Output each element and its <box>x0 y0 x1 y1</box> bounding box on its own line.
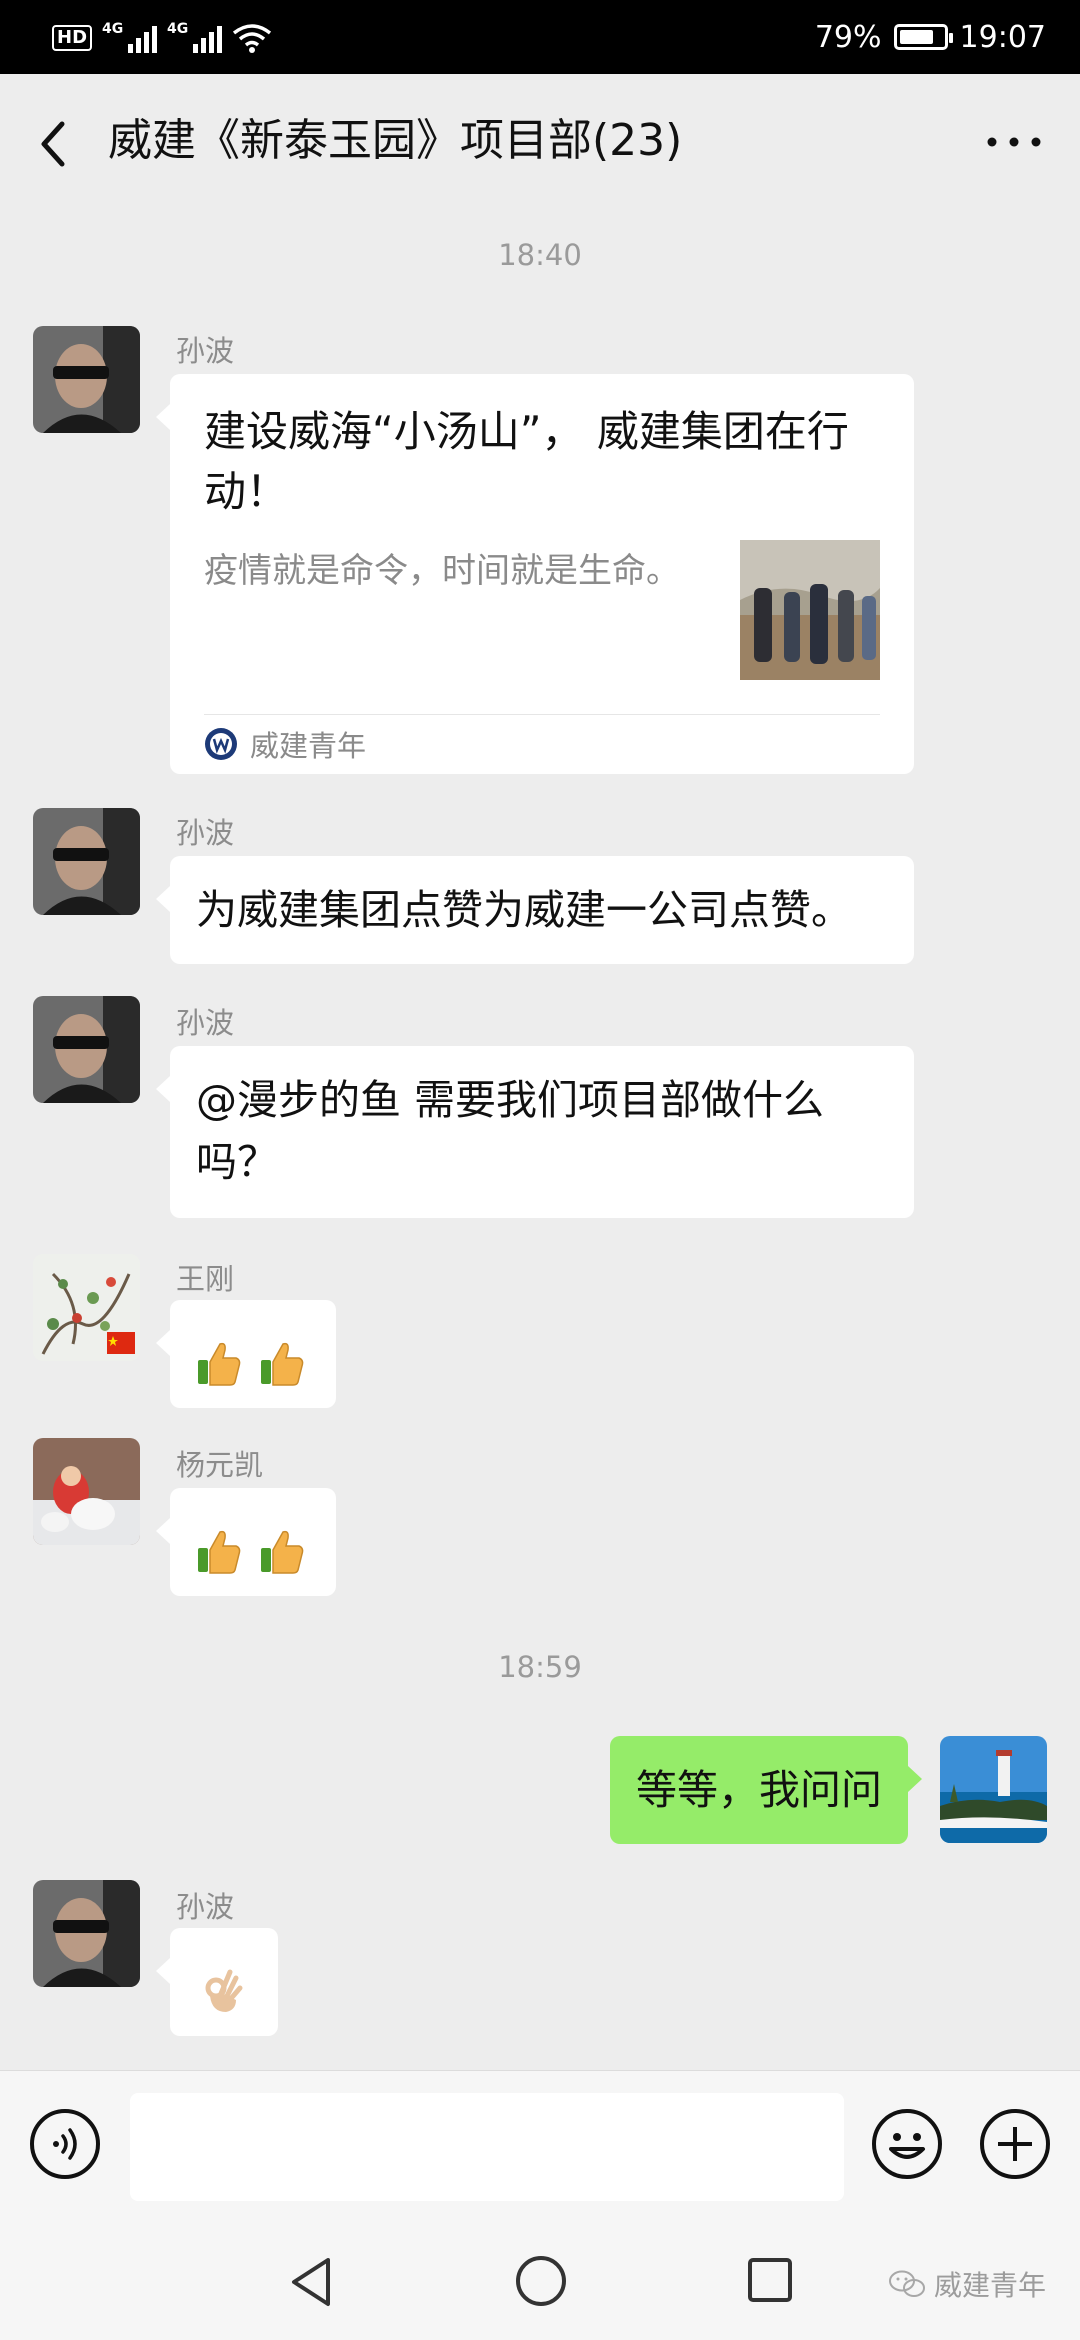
message-list[interactable]: 18:40 孙波 建设威海“小汤山”， 威建集团在行动！ 疫情就是命令，时间就是… <box>0 208 1080 2070</box>
avatar-image-sunbo <box>33 996 140 1103</box>
message-text-line: 吗？ <box>196 1138 278 1186</box>
message-bubble[interactable]: @漫步的鱼 需要我们项目部做什么 吗？ <box>156 1046 914 1218</box>
nav-recent-icon[interactable] <box>746 2256 794 2304</box>
status-bar: HD 4G 4G 79% 19:07 <box>0 0 1080 74</box>
avatar[interactable] <box>33 996 140 1103</box>
avatar-image-wanggang <box>33 1254 140 1361</box>
sender-name: 孙波 <box>176 334 235 368</box>
thumbs-up-icon <box>198 1530 241 1574</box>
avatar[interactable] <box>33 1880 140 1987</box>
avatar[interactable] <box>33 1438 140 1545</box>
clock: 19:07 <box>959 19 1046 55</box>
sender-name: 杨元凯 <box>176 1448 264 1482</box>
battery-icon <box>893 24 953 50</box>
chat-header: 威建《新泰玉园》项目部(23) <box>0 74 1080 208</box>
voice-icon[interactable] <box>28 2107 102 2181</box>
source-logo-icon <box>205 728 237 760</box>
card-source: 威建青年 <box>204 722 366 766</box>
smile-icon[interactable] <box>870 2107 944 2181</box>
card-thumbnail <box>740 540 880 680</box>
thumbs-up-icon <box>261 1530 304 1574</box>
message-bubble[interactable] <box>156 1928 278 2036</box>
avatar-image-lighthouse <box>940 1736 1047 1843</box>
message-bubble[interactable] <box>156 1300 336 1408</box>
message-bubble-self[interactable]: 等等，我问问 <box>610 1736 922 1844</box>
signal-icon: 4G <box>102 21 158 53</box>
nav-home-icon[interactable] <box>514 2254 568 2308</box>
avatar-image-yangyuankai <box>33 1438 140 1545</box>
card-divider <box>204 714 880 715</box>
more-dots-icon[interactable] <box>984 130 1044 154</box>
avatar[interactable] <box>33 326 140 433</box>
status-bar-right: 79% 19:07 <box>815 14 1046 60</box>
thumbs-up-icon <box>261 1342 304 1386</box>
hd-voice-indicator: HD <box>52 25 93 51</box>
card-title: 建设威海“小汤山”， 威建集团在行动！ <box>204 407 849 516</box>
message-text: 等等，我问问 <box>636 1766 882 1814</box>
timestamp: 18:40 <box>498 238 582 272</box>
link-card[interactable]: 建设威海“小汤山”， 威建集团在行动！ 疫情就是命令，时间就是生命。 威建青年 <box>156 374 914 774</box>
avatar-image-sunbo <box>33 808 140 915</box>
message-text-line: @漫步的鱼 需要我们项目部做什么 <box>196 1076 825 1124</box>
watermark-text: 威建青年 <box>934 2269 1047 2302</box>
sender-name: 孙波 <box>176 1890 235 1924</box>
battery-fill <box>899 30 933 44</box>
signal-icon-2: 4G <box>167 21 223 53</box>
network-type-label-2: 4G <box>167 21 189 37</box>
card-source-name: 威建青年 <box>250 729 367 763</box>
avatar[interactable] <box>33 1254 140 1361</box>
ok-hand-icon <box>205 1969 243 2012</box>
battery-percent: 79% <box>814 19 882 55</box>
avatar[interactable] <box>33 808 140 915</box>
timestamp: 18:59 <box>498 1650 582 1684</box>
thumbs-up-icon <box>198 1342 241 1386</box>
wechat-logo-icon <box>889 2270 925 2297</box>
page-title: 威建《新泰玉园》项目部(23) <box>108 115 683 166</box>
message-bubble[interactable]: 为威建集团点赞为威建一公司点赞。 <box>156 856 914 964</box>
watermark: 威建青年 <box>888 2264 1046 2304</box>
sender-name: 孙波 <box>176 816 235 850</box>
avatar-self[interactable] <box>940 1736 1047 1843</box>
message-bubble[interactable] <box>156 1488 336 1596</box>
nav-back-icon[interactable] <box>286 2254 336 2310</box>
plus-icon[interactable] <box>978 2107 1052 2181</box>
network-type-label: 4G <box>102 21 124 37</box>
wifi-icon <box>232 24 272 53</box>
avatar-image-sunbo <box>33 1880 140 1987</box>
message-text: 为威建集团点赞为威建一公司点赞。 <box>196 886 852 934</box>
sender-name: 王刚 <box>176 1262 235 1296</box>
chevron-left-icon[interactable] <box>30 114 80 174</box>
avatar-image-sunbo <box>33 326 140 433</box>
status-bar-left: HD 4G 4G <box>52 18 272 58</box>
sender-name: 孙波 <box>176 1006 235 1040</box>
system-nav-bar: 威建青年 <box>0 2220 1080 2340</box>
card-description: 疫情就是命令，时间就是生命。 <box>204 551 680 591</box>
message-input[interactable] <box>130 2093 844 2201</box>
input-bar <box>0 2070 1080 2220</box>
